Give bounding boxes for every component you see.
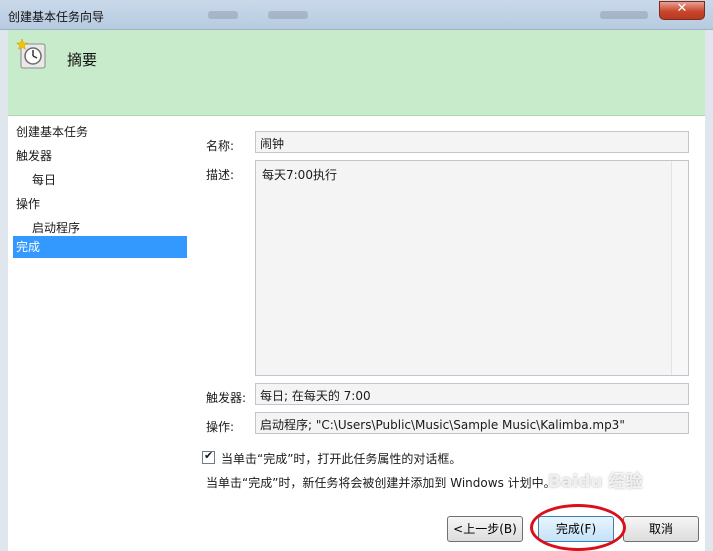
action-label: 操作: bbox=[206, 420, 235, 434]
baidu-watermark: Baidu 经验 bbox=[548, 472, 643, 492]
name-label: 名称: bbox=[206, 139, 235, 153]
description-label: 描述: bbox=[206, 168, 235, 182]
clock-icon bbox=[16, 38, 46, 69]
description-value: 每天7:00执行 bbox=[262, 168, 337, 182]
name-field[interactable]: 闹钟 bbox=[255, 131, 689, 153]
action-value: 启动程序; "C:\Users\Public\Music\Sample Musi… bbox=[260, 418, 625, 432]
wizard-steps-nav: 创建基本任务 触发器 每日 操作 启动程序 完成 bbox=[8, 116, 188, 551]
description-field[interactable]: 每天7:00执行 bbox=[255, 160, 689, 376]
cancel-button[interactable]: 取消 bbox=[623, 516, 699, 542]
name-value: 闹钟 bbox=[260, 137, 285, 151]
title-bar: 创建基本任务向导 ✕ bbox=[0, 0, 713, 30]
action-field[interactable]: 启动程序; "C:\Users\Public\Music\Sample Musi… bbox=[255, 412, 689, 434]
background-title-blur bbox=[208, 11, 238, 19]
description-scrollbar[interactable] bbox=[671, 161, 688, 375]
background-title-blur bbox=[268, 11, 308, 19]
nav-step-action[interactable]: 操作 bbox=[13, 193, 187, 215]
nav-step-daily[interactable]: 每日 bbox=[13, 169, 187, 191]
open-properties-label[interactable]: 当单击“完成”时，打开此任务属性的对话框。 bbox=[221, 450, 461, 467]
back-button[interactable]: <上一步(B) bbox=[447, 516, 523, 542]
background-title-blur bbox=[600, 11, 648, 19]
nav-step-label: 每日 bbox=[32, 173, 57, 187]
highlight-circle-annotation bbox=[530, 504, 626, 551]
nav-step-label: 触发器 bbox=[16, 149, 53, 163]
trigger-label: 触发器: bbox=[206, 391, 247, 405]
page-title: 摘要 bbox=[67, 51, 98, 69]
open-properties-checkbox[interactable]: ✔ bbox=[202, 449, 215, 464]
finish-info-text: 当单击“完成”时，新任务将会被创建并添加到 Windows 计划中。 bbox=[206, 476, 556, 490]
close-icon: ✕ bbox=[676, 1, 688, 16]
nav-step-label: 创建基本任务 bbox=[16, 125, 89, 139]
window-title: 创建基本任务向导 bbox=[8, 10, 105, 24]
nav-step-finish[interactable]: 完成 bbox=[13, 236, 187, 258]
trigger-value: 每日; 在每天的 7:00 bbox=[260, 389, 371, 403]
nav-step-label: 完成 bbox=[16, 240, 41, 254]
nav-step-label: 操作 bbox=[16, 197, 41, 211]
close-button[interactable]: ✕ bbox=[659, 1, 705, 20]
trigger-field[interactable]: 每日; 在每天的 7:00 bbox=[255, 383, 689, 405]
wizard-client-area: 摘要 创建基本任务 触发器 每日 操作 启动程序 完成 名称: 闹钟 描述: 每… bbox=[8, 30, 705, 551]
checkmark-icon: ✔ bbox=[204, 449, 214, 462]
nav-step-trigger[interactable]: 触发器 bbox=[13, 145, 187, 167]
nav-step-create-task[interactable]: 创建基本任务 bbox=[13, 121, 187, 143]
nav-step-label: 启动程序 bbox=[32, 221, 81, 235]
wizard-header: 摘要 bbox=[8, 30, 705, 116]
